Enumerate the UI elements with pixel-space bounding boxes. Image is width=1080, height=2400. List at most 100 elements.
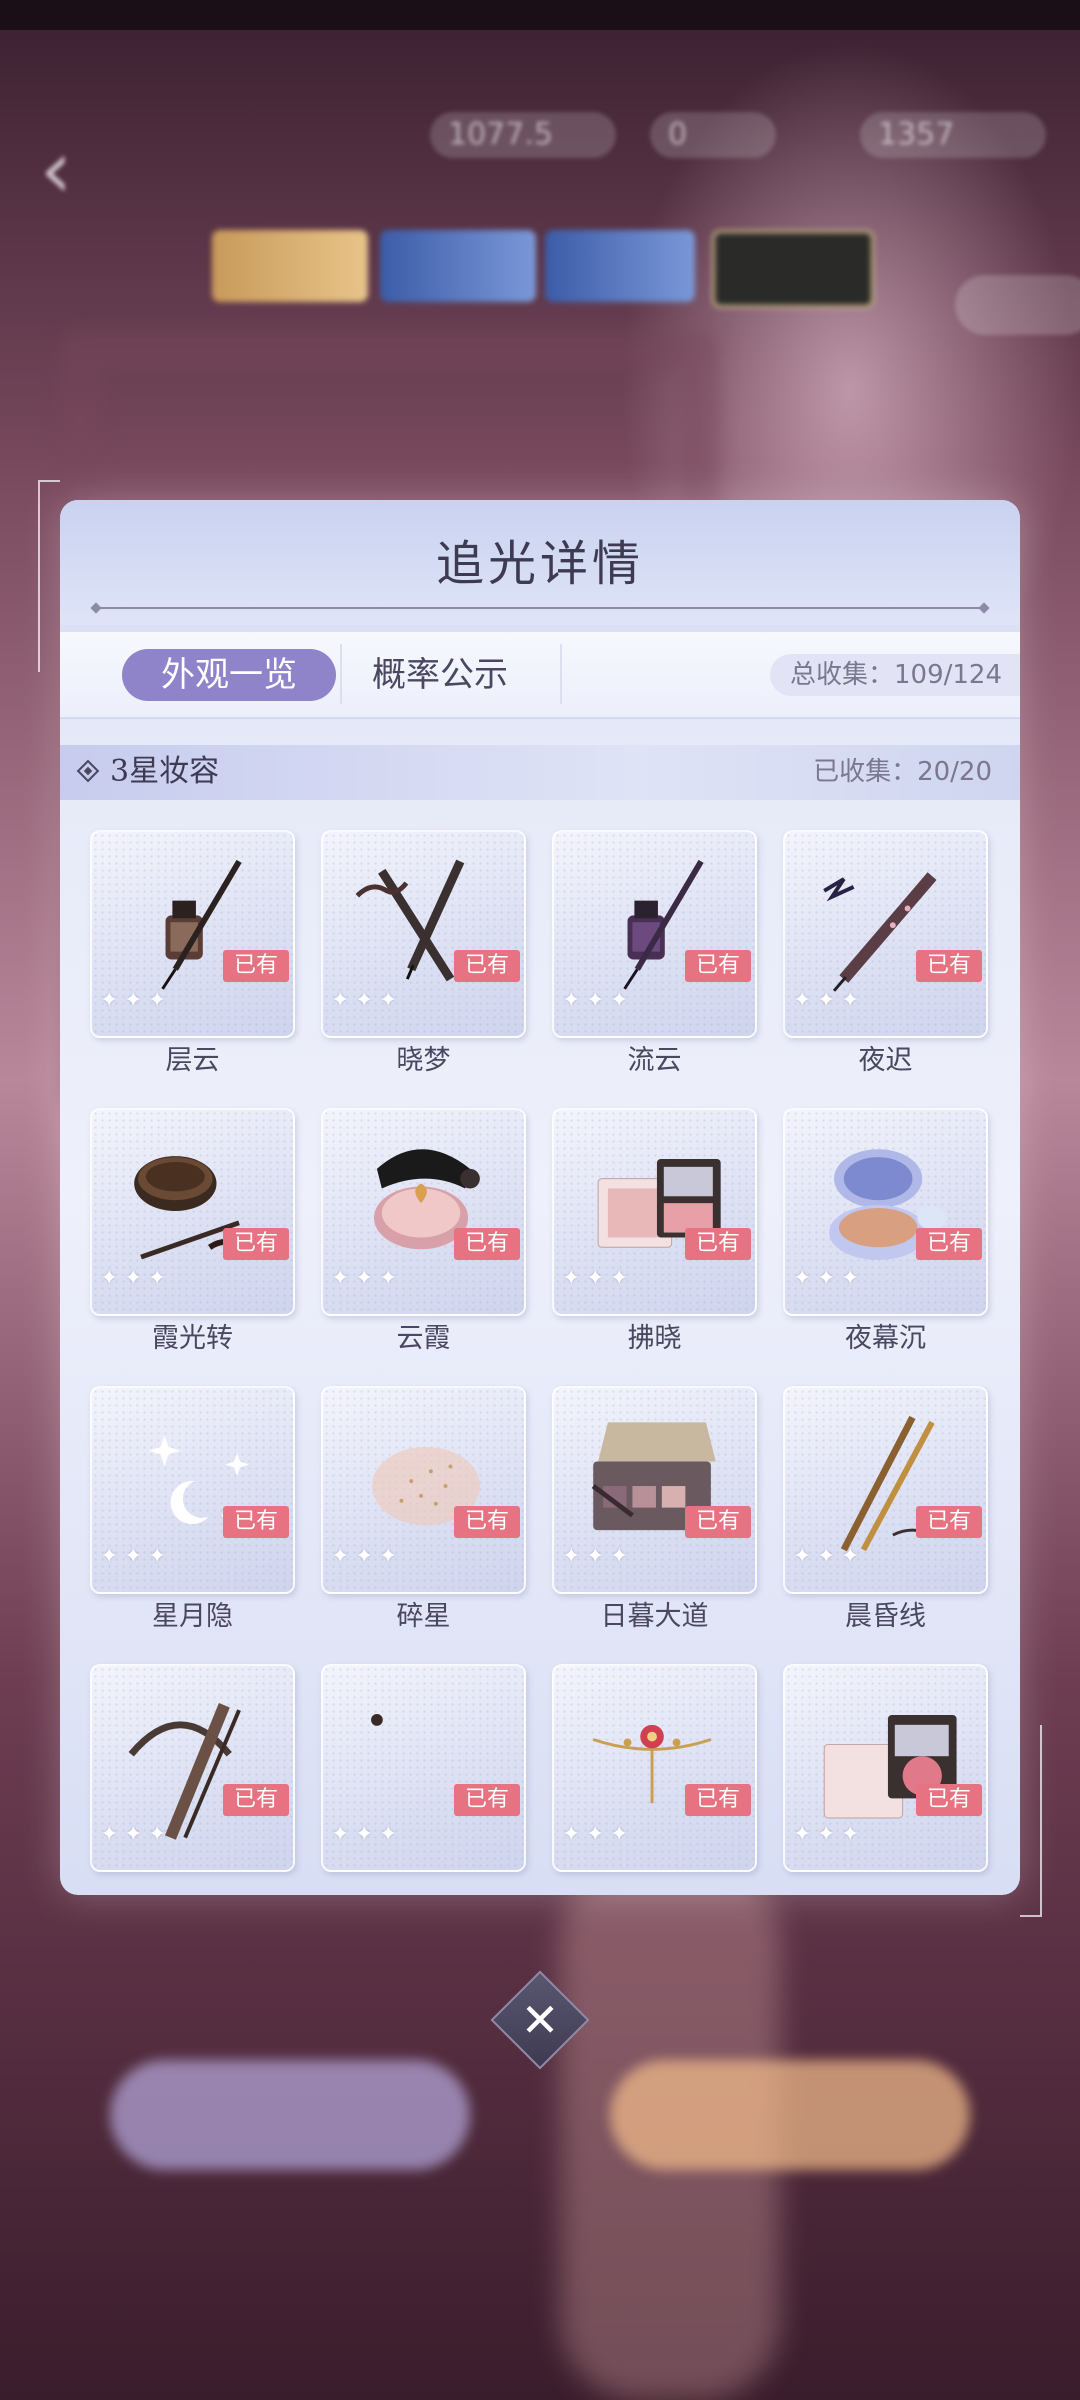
close-icon[interactable]: ✕ (505, 1985, 575, 2055)
detail-panel: 追光详情 外观一览 概率公示 总收集：109/124 3星妆容 已收集：20/2… (60, 500, 1020, 1895)
corner-decor-br (1020, 1725, 1042, 1917)
star-icon: ✦ (610, 1266, 629, 1291)
star-icon: ✦ (379, 1266, 398, 1291)
item-frame: 已有 ✦ ✦ ✦ (321, 1386, 526, 1594)
owned-badge: 已有 (223, 1228, 289, 1260)
item-frame: 已有 ✦ ✦ ✦ (552, 1386, 757, 1594)
item-name: 夜幕沉 (845, 1323, 926, 1354)
item-frame: 已有 ✦ ✦ ✦ (90, 1386, 295, 1594)
star-icon: ✦ (841, 1266, 860, 1291)
star-icon: ✦ (586, 1544, 605, 1569)
star-icon: ✦ (331, 988, 350, 1013)
item-name: 星月隐 (152, 1601, 233, 1632)
owned-badge: 已有 (685, 1228, 751, 1260)
owned-badge: 已有 (454, 1506, 520, 1538)
item-name: 云霞 (396, 1323, 451, 1354)
star-icon: ✦ (562, 988, 581, 1013)
star-rating: ✦ ✦ ✦ (793, 1824, 865, 1846)
star-icon: ✦ (124, 1266, 143, 1291)
item-frame: 已有 ✦ ✦ ✦ (552, 1108, 757, 1316)
item-name: 霞光转 (152, 1323, 233, 1354)
star-rating: ✦ ✦ ✦ (793, 990, 865, 1012)
star-rating: ✦ ✦ ✦ (331, 1268, 403, 1290)
star-icon: ✦ (100, 1544, 119, 1569)
item-name: 日暮大道 (600, 1601, 709, 1632)
star-rating: ✦ ✦ ✦ (100, 1268, 172, 1290)
panel-title: 追光详情 (435, 536, 644, 592)
star-icon: ✦ (793, 1822, 812, 1847)
star-rating: ✦ ✦ ✦ (331, 1824, 403, 1846)
star-icon: ✦ (379, 988, 398, 1013)
star-rating: ✦ ✦ ✦ (100, 990, 172, 1012)
item-frame: 已有 ✦ ✦ ✦ (783, 830, 988, 1038)
draw-ten-button-bg (610, 2060, 970, 2170)
owned-badge: 已有 (223, 1784, 289, 1816)
star-icon: ✦ (100, 988, 119, 1013)
star-icon: ✦ (100, 1822, 119, 1847)
panel-header: 追光详情 (60, 500, 1020, 625)
item-name: 拂晓 (627, 1323, 682, 1354)
tab-divider (340, 644, 342, 704)
star-rating: ✦ ✦ ✦ (562, 1546, 634, 1568)
item-name: 晓梦 (396, 1045, 451, 1076)
banner-blue-1 (380, 230, 536, 302)
star-icon: ✦ (586, 988, 605, 1013)
star-rating: ✦ ✦ ✦ (562, 1268, 634, 1290)
star-icon: ✦ (331, 1822, 350, 1847)
star-icon: ✦ (148, 988, 167, 1013)
background-title (80, 1880, 500, 1980)
star-icon: ✦ (355, 1544, 374, 1569)
item-frame: 已有 ✦ ✦ ✦ (321, 1664, 526, 1872)
star-rating: ✦ ✦ ✦ (562, 990, 634, 1012)
item-frame: 已有 ✦ ✦ ✦ (783, 1108, 988, 1316)
section-header: 3星妆容 已收集：20/20 (60, 745, 1020, 800)
item-frame: 已有 ✦ ✦ ✦ (90, 830, 295, 1038)
tab-probability[interactable]: 概率公示 (360, 649, 520, 701)
owned-badge: 已有 (454, 950, 520, 982)
star-icon: ✦ (124, 1822, 143, 1847)
diamond-resource: 0 (650, 112, 776, 158)
corner-decor-tl (38, 480, 60, 672)
star-icon: ✦ (841, 1544, 860, 1569)
ticket-resource: 1357 (860, 112, 1046, 158)
header-divider (96, 607, 984, 609)
owned-badge: 已有 (916, 950, 982, 982)
side-pill (955, 275, 1080, 335)
tab-appearance-list[interactable]: 外观一览 (122, 649, 336, 701)
star-icon: ✦ (610, 1822, 629, 1847)
star-icon: ✦ (355, 1822, 374, 1847)
item-frame: 已有 ✦ ✦ ✦ (321, 1108, 526, 1316)
star-icon: ✦ (610, 1544, 629, 1569)
section-collected: 已收集：20/20 (813, 757, 992, 787)
item-name: 晨昏线 (845, 1601, 926, 1632)
banner-blue-2 (545, 230, 695, 302)
star-icon: ✦ (793, 1266, 812, 1291)
star-icon: ✦ (610, 988, 629, 1013)
star-icon: ✦ (148, 1822, 167, 1847)
section-title: 3星妆容 (110, 754, 220, 789)
owned-badge: 已有 (454, 1784, 520, 1816)
star-icon: ✦ (841, 1822, 860, 1847)
star-rating: ✦ ✦ ✦ (793, 1546, 865, 1568)
item-frame: 已有 ✦ ✦ ✦ (783, 1386, 988, 1594)
star-icon: ✦ (331, 1266, 350, 1291)
star-icon: ✦ (817, 1822, 836, 1847)
star-icon: ✦ (793, 1544, 812, 1569)
total-collected: 总收集：109/124 (769, 654, 1020, 696)
owned-badge: 已有 (916, 1228, 982, 1260)
status-bar (0, 0, 1080, 30)
star-icon: ✦ (817, 1266, 836, 1291)
star-icon: ✦ (331, 1544, 350, 1569)
diamond-icon (76, 759, 100, 783)
item-name: 层云 (165, 1045, 220, 1076)
star-icon: ✦ (124, 1544, 143, 1569)
item-frame: 已有 ✦ ✦ ✦ (783, 1664, 988, 1872)
star-icon: ✦ (148, 1544, 167, 1569)
owned-badge: 已有 (454, 1228, 520, 1260)
item-name: 碎星 (396, 1601, 451, 1632)
owned-badge: 已有 (223, 950, 289, 982)
back-arrow-icon: ‹ (40, 123, 72, 216)
banner-gold (212, 230, 368, 302)
draw-once-button-bg (110, 2060, 470, 2170)
star-icon: ✦ (100, 1266, 119, 1291)
